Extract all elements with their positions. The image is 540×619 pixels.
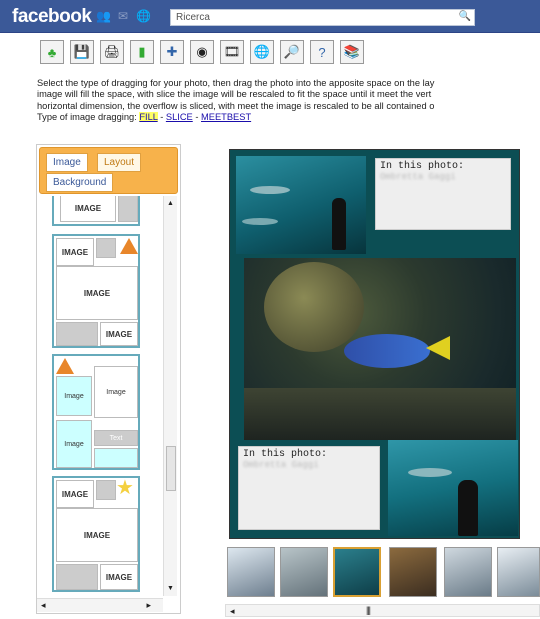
instructions-line-3: horizontal dimension, the overflow is sl…	[37, 100, 435, 111]
warning-triangle-icon	[56, 358, 74, 374]
tab-layout[interactable]: Layout	[97, 153, 142, 172]
tab-background[interactable]: Background	[46, 173, 114, 192]
instructions-line-1: Select the type of dragging for your pho…	[37, 78, 435, 88]
layout-cell-label: IMAGE	[56, 238, 94, 266]
reef-floor	[244, 388, 516, 440]
drag-type-separator: -	[192, 111, 202, 122]
search-input[interactable]: Ricerca 🔍	[170, 9, 475, 26]
layout-cell-text: Text	[94, 430, 138, 446]
photo-collage-canvas[interactable]: In this photo: Ombretta Gaggi In this ph…	[229, 149, 520, 539]
scroll-down-icon[interactable]: ▼	[167, 585, 174, 592]
scrollbar-grip[interactable]: |||	[366, 605, 371, 615]
layout-thumbnail[interactable]: Image Image Image Text	[52, 354, 140, 470]
facebook-top-bar: facebook 👥 ✉ 🌐 Ricerca 🔍	[0, 0, 540, 33]
caption-title: In this photo:	[243, 449, 328, 460]
layout-cell-label: Image	[56, 376, 92, 416]
stack-icon[interactable]: 📚	[340, 40, 364, 64]
blue-tang-fish	[344, 334, 430, 368]
coral-shape	[264, 262, 364, 352]
friend-requests-icon[interactable]: 👥	[96, 10, 111, 23]
filmstrip-thumbnail[interactable]	[227, 547, 275, 597]
drag-type-fill-link[interactable]: FILL	[139, 111, 158, 122]
layout-cell-label: IMAGE	[56, 266, 138, 320]
person-silhouette	[458, 480, 478, 536]
layout-cell-placeholder	[96, 480, 116, 500]
drag-type-label: Type of image dragging:	[37, 111, 137, 122]
layout-cell-label: IMAGE	[56, 508, 138, 562]
tab-image[interactable]: Image	[46, 153, 88, 172]
layout-thumbnail[interactable]: IMAGE IMAGE IMAGE	[52, 234, 140, 348]
aquarium-photo-visitor[interactable]	[388, 440, 518, 536]
layout-cell-label: IMAGE	[60, 196, 116, 222]
photo-filmstrip	[225, 541, 540, 604]
camera-icon[interactable]: ◉	[190, 40, 214, 64]
star-icon: ★	[116, 477, 134, 499]
panel-tabs: Image Layout Background	[39, 147, 178, 194]
filmstrip-thumbnail[interactable]	[280, 547, 328, 597]
leaf-icon[interactable]: ♣	[40, 40, 64, 64]
shark-shape	[408, 468, 452, 477]
warning-triangle-icon	[120, 238, 138, 254]
layout-list-hscrollbar[interactable]: ◂ ▸	[37, 598, 163, 612]
layout-thumbnail[interactable]: IMAGE ★ IMAGE IMAGE	[52, 476, 140, 592]
messages-icon[interactable]: ✉	[116, 10, 130, 23]
aquarium-photo-shark[interactable]	[236, 156, 366, 254]
caption-title: In this photo:	[380, 161, 465, 172]
film-icon[interactable]: 🎞	[220, 40, 244, 64]
shark-shape	[242, 218, 278, 225]
facebook-logo[interactable]: facebook	[12, 6, 92, 28]
layout-cell-placeholder	[56, 322, 98, 346]
scroll-left-icon[interactable]: ◂	[230, 606, 235, 617]
layout-cell-placeholder	[94, 448, 138, 468]
aquarium-photo-fish[interactable]	[244, 258, 516, 440]
filmstrip-thumbnail[interactable]	[444, 547, 492, 597]
person-silhouette	[332, 198, 346, 250]
caption-box-top[interactable]: In this photo: Ombretta Gaggi	[375, 158, 511, 230]
notifications-icon[interactable]: 🌐	[136, 10, 151, 23]
book-icon[interactable]: ▮	[130, 40, 154, 64]
help-icon[interactable]: ?	[310, 40, 334, 64]
notification-icons: 👥 ✉ 🌐	[96, 10, 151, 23]
plus-icon[interactable]: ✚	[160, 40, 184, 64]
drag-type-row: Type of image dragging: FILL - SLICE - M…	[37, 111, 540, 123]
layout-cell-placeholder	[96, 238, 116, 258]
scrollbar-thumb[interactable]	[166, 446, 176, 491]
layout-cell-label: IMAGE	[100, 322, 138, 346]
scroll-up-icon[interactable]: ▲	[167, 200, 174, 207]
layout-cell-label: IMAGE	[100, 564, 138, 590]
print-icon[interactable]: 🖨	[100, 40, 124, 64]
editor-toolbar: ♣ 💾 🖨 ▮ ✚ ◉ 🎞 🌐 🔎 ? 📚	[40, 40, 364, 64]
layout-cell-placeholder	[118, 196, 138, 222]
scroll-right-icon[interactable]: ▸	[146, 600, 151, 611]
drag-type-separator: -	[157, 111, 166, 122]
instructions-text: Select the type of dragging for your pho…	[37, 78, 540, 123]
filmstrip-scrollbar[interactable]: ◂ |||	[225, 604, 540, 617]
layout-list-scrollbar[interactable]: ▲ ▼	[163, 196, 177, 596]
layout-cell-label: IMAGE	[56, 480, 94, 508]
caption-name: Ombretta Gaggi	[243, 460, 319, 470]
fish-tail	[426, 336, 450, 360]
shark-shape	[250, 186, 290, 194]
drag-type-meetbest-link[interactable]: MEETBEST	[201, 112, 251, 122]
layout-cell-placeholder	[56, 564, 98, 590]
filmstrip-thumbnail[interactable]	[497, 547, 540, 597]
scroll-left-icon[interactable]: ◂	[41, 600, 46, 611]
search-placeholder: Ricerca	[176, 12, 210, 23]
filmstrip-thumbnail[interactable]	[389, 547, 437, 597]
layout-cell-label: Image	[94, 366, 138, 418]
caption-box-bottom[interactable]: In this photo: Ombretta Gaggi	[238, 446, 380, 530]
globe-search-icon[interactable]: 🔎	[280, 40, 304, 64]
caption-name: Ombretta Gaggi	[380, 172, 456, 182]
search-icon[interactable]: 🔍	[458, 11, 472, 24]
layout-thumbnail[interactable]: IMAGE	[52, 196, 140, 226]
drag-type-slice-link[interactable]: SLICE	[166, 112, 193, 122]
layout-thumbnail-list: IMAGE IMAGE IMAGE IMAGE Image Image Imag…	[44, 196, 164, 596]
filmstrip-thumbnail[interactable]	[333, 547, 381, 597]
layout-cell-label: Image	[56, 420, 92, 468]
instructions-line-2: image will fill the space, with slice th…	[37, 89, 432, 100]
globe-icon[interactable]: 🌐	[250, 40, 274, 64]
save-icon[interactable]: 💾	[70, 40, 94, 64]
